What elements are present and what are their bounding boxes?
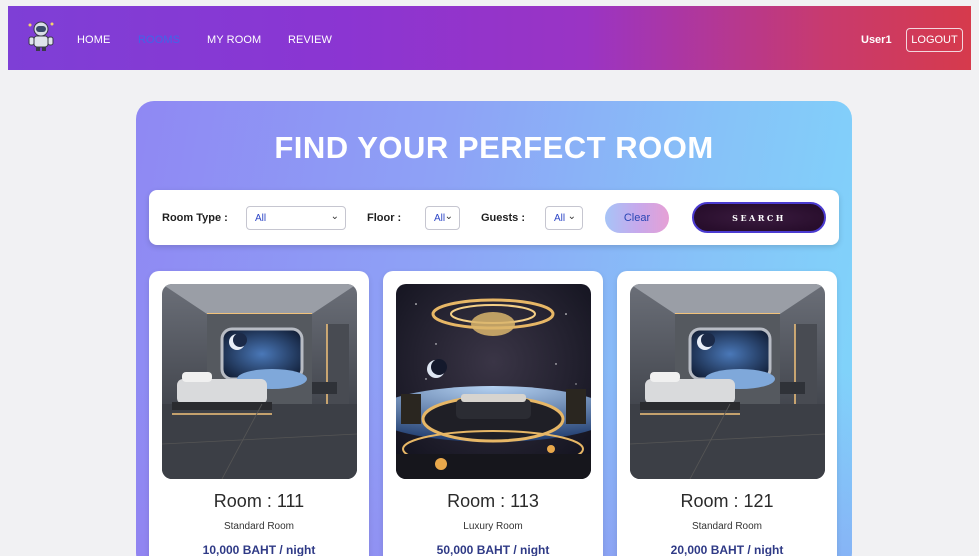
chevron-down-icon: ⌄ — [330, 211, 339, 222]
standard-room-image — [162, 284, 357, 479]
page-title: FIND YOUR PERFECT ROOM — [274, 130, 714, 165]
astronaut-icon[interactable] — [26, 20, 56, 52]
filter-bar: Room Type : All ⌄ Floor : All ⌄ Guests :… — [149, 190, 839, 245]
nav-my-room[interactable]: MY ROOM — [207, 34, 261, 46]
logout-button[interactable]: LOGOUT — [906, 28, 963, 52]
room-type-value: All — [255, 212, 267, 224]
search-button[interactable]: SEARCH — [692, 202, 826, 233]
nav-review[interactable]: REVIEW — [288, 34, 332, 46]
luxury-room-image — [396, 284, 591, 479]
room-type: Luxury Room — [463, 521, 523, 532]
room-type-select[interactable]: All ⌄ — [246, 206, 346, 230]
room-price: 10,000 BAHT / night — [202, 543, 316, 556]
room-price: 20,000 BAHT / night — [670, 543, 784, 556]
floor-label: Floor : — [367, 212, 402, 224]
room-number: Room : 111 — [213, 491, 305, 511]
room-type-label: Room Type : — [162, 212, 228, 224]
rooms-panel: FIND YOUR PERFECT ROOM Room Type : All ⌄… — [136, 101, 852, 556]
chevron-down-icon: ⌄ — [444, 211, 453, 222]
user-name: User1 — [861, 34, 892, 46]
standard-room-image — [630, 284, 825, 479]
chevron-down-icon: ⌄ — [567, 211, 576, 222]
room-type: Standard Room — [691, 521, 763, 532]
guests-value: All — [554, 212, 566, 224]
nav-home[interactable]: HOME — [77, 34, 110, 46]
floor-select[interactable]: All ⌄ — [425, 206, 460, 230]
room-number: Room : 121 — [680, 491, 774, 511]
nav-rooms[interactable]: ROOMS — [138, 34, 180, 46]
room-price: 50,000 BAHT / night — [436, 543, 550, 556]
room-number: Room : 113 — [447, 491, 539, 511]
floor-value: All — [434, 212, 446, 224]
room-card[interactable]: Room : 111 Standard Room 10,000 BAHT / n… — [149, 271, 369, 556]
guests-label: Guests : — [481, 212, 526, 224]
guests-select[interactable]: All ⌄ — [545, 206, 583, 230]
room-card[interactable]: Room : 121 Standard Room 20,000 BAHT / n… — [617, 271, 837, 556]
room-card[interactable]: Room : 113 Luxury Room 50,000 BAHT / nig… — [383, 271, 603, 556]
clear-button[interactable]: Clear — [605, 203, 669, 233]
navbar: HOME ROOMS MY ROOM REVIEW User1 LOGOUT — [8, 6, 971, 70]
room-type: Standard Room — [223, 521, 295, 532]
